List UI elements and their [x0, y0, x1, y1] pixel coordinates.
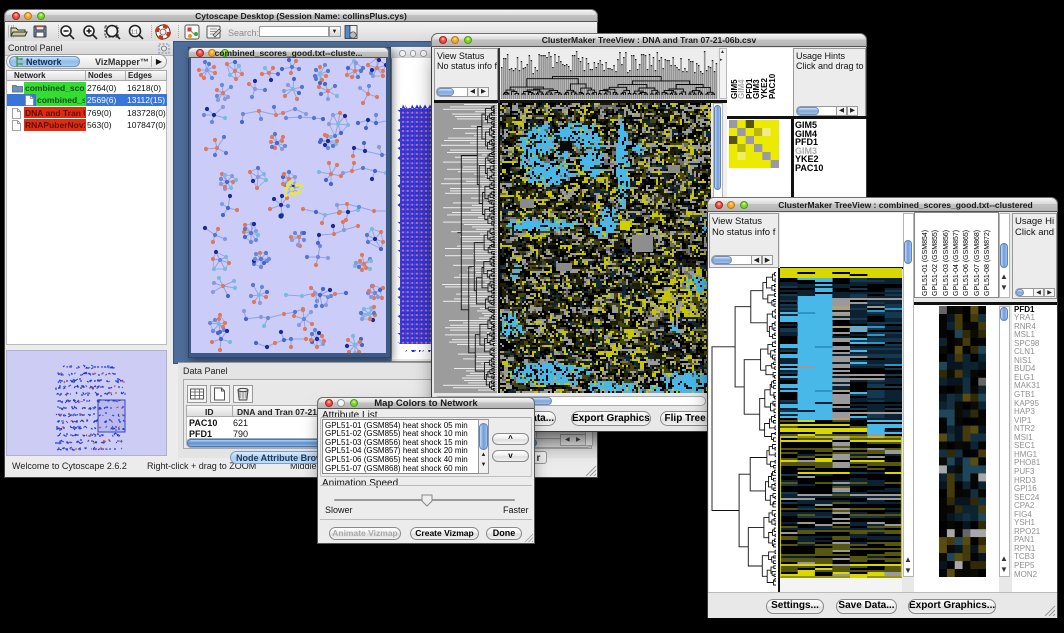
svg-text:1:1: 1:1 [131, 30, 138, 36]
